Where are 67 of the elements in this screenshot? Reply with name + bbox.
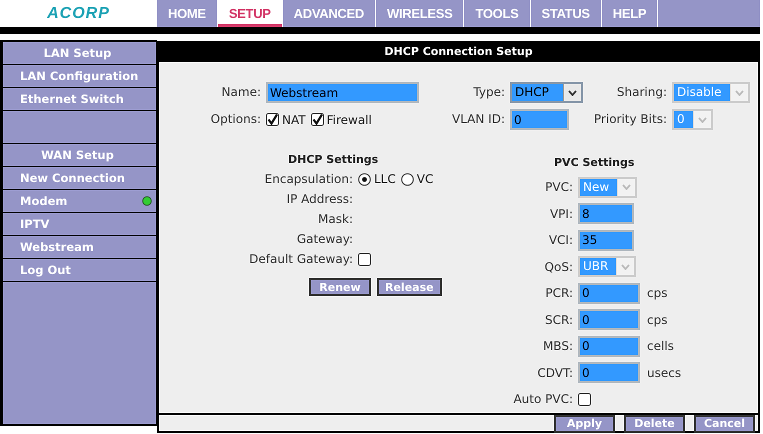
nav-tab[interactable]: HELP xyxy=(602,0,658,27)
checkbox-label: Firewall xyxy=(326,112,372,126)
field-label: Gateway: xyxy=(296,232,353,246)
checkbox[interactable] xyxy=(266,113,279,126)
unit-label: cps xyxy=(646,312,668,327)
input-field[interactable]: 8 xyxy=(578,203,634,224)
field-label: VCI: xyxy=(548,233,573,248)
sidebar-item[interactable]: Ethernet Switch xyxy=(3,88,156,111)
radio-button[interactable] xyxy=(358,172,371,186)
input-field[interactable]: 0 xyxy=(510,109,569,130)
field-label: VPI: xyxy=(548,206,573,221)
field-label: Auto PVC: xyxy=(512,392,573,406)
nav-tab[interactable]: TOOLS xyxy=(464,0,530,27)
sidebar-item[interactable]: Log Out xyxy=(3,259,156,282)
field-label: QoS: xyxy=(544,260,573,274)
sidebar-item[interactable]: Modem xyxy=(3,190,156,213)
input-field[interactable]: 0 xyxy=(578,282,640,304)
sidebar-item[interactable]: IPTV xyxy=(3,213,156,236)
panel-title: DHCP Connection Setup xyxy=(159,41,758,62)
checkbox[interactable] xyxy=(358,252,371,266)
field-label: Mask: xyxy=(317,212,353,226)
section-heading: DHCP Settings xyxy=(287,153,380,168)
sidebar-item[interactable]: New Connection xyxy=(3,167,156,190)
unit-label: usecs xyxy=(646,366,682,380)
input-field[interactable]: 0 xyxy=(578,336,640,357)
sidebar-heading: LAN Setup xyxy=(3,42,156,65)
nav-tab[interactable]: ADVANCED xyxy=(282,0,375,27)
input-field[interactable]: 0 xyxy=(578,309,640,330)
radio-button[interactable] xyxy=(400,172,414,186)
field-label: IP Address: xyxy=(286,192,353,206)
nav-tab[interactable]: HOME xyxy=(157,0,217,27)
field-label: Options: xyxy=(210,111,261,128)
field-label: Name: xyxy=(220,84,261,101)
radio-label: LLC xyxy=(374,172,396,186)
field-label: MBS: xyxy=(542,339,573,354)
button[interactable]: Release xyxy=(377,278,442,296)
sidebar-heading: WAN Setup xyxy=(3,144,156,167)
radio-label: VC xyxy=(416,172,434,186)
section-heading: PVC Settings xyxy=(553,156,636,171)
field-label: Sharing: xyxy=(616,84,667,101)
field-label: SCR: xyxy=(544,312,573,327)
sidebar-item[interactable]: LAN Configuration xyxy=(3,65,156,88)
input-field[interactable]: 0 xyxy=(578,362,640,384)
button[interactable]: Delete xyxy=(624,414,685,432)
unit-label: cells xyxy=(646,339,674,354)
field-label: Encapsulation: xyxy=(264,172,353,186)
field-label: Type: xyxy=(472,84,505,101)
field-label: CDVT: xyxy=(536,366,573,380)
sidebar-item[interactable]: Webstream xyxy=(3,236,156,259)
logo: ACORP xyxy=(47,4,110,22)
field-label: PVC: xyxy=(544,180,573,194)
input-field[interactable]: Webstream xyxy=(266,82,419,103)
button[interactable]: Cancel xyxy=(694,414,755,432)
unit-label: cps xyxy=(646,286,668,300)
button[interactable]: Renew xyxy=(309,278,371,296)
field-label: Default Gateway: xyxy=(248,252,353,266)
input-field[interactable]: 35 xyxy=(578,230,634,251)
field-label: VLAN ID: xyxy=(451,111,505,128)
nav-tab[interactable]: WIRELESS xyxy=(376,0,464,27)
nav-tab[interactable]: STATUS xyxy=(530,0,601,27)
checkbox[interactable] xyxy=(310,113,324,126)
checkbox[interactable] xyxy=(578,392,591,406)
field-label: Priority Bits: xyxy=(592,111,667,128)
checkbox-label: NAT xyxy=(282,112,306,126)
dropdown[interactable]: DHCP xyxy=(510,82,583,103)
button[interactable]: Apply xyxy=(554,414,615,432)
field-label: PCR: xyxy=(544,286,573,300)
